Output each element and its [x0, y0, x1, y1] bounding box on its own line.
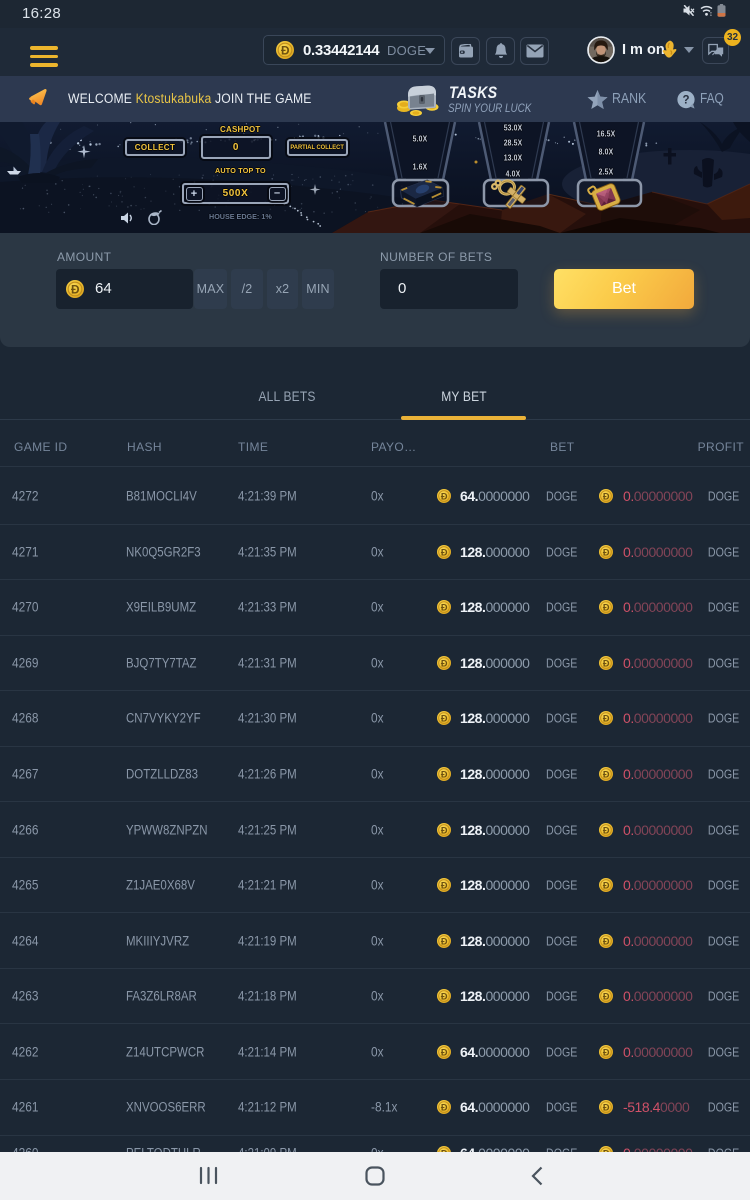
svg-text:?: ? — [682, 95, 689, 107]
